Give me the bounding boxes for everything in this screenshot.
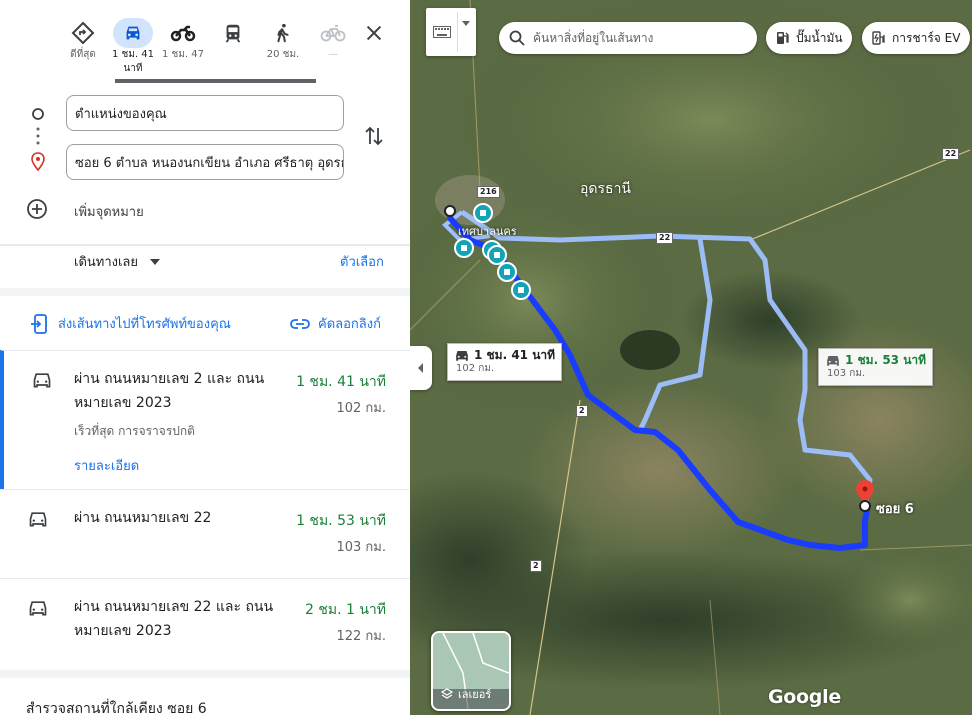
mode-best[interactable]: ดีที่สุด (58, 18, 108, 62)
swap-icon[interactable] (362, 124, 386, 148)
directions-panel: ดีที่สุด 1 ชม. 41 นาที 1 ชม. 47 20 ชม. —… (0, 0, 411, 715)
copy-link-button[interactable]: คัดลอกลิงก์ (290, 313, 381, 334)
leave-now-label: เดินทางเลย (74, 255, 139, 270)
road-shield: 22 (942, 148, 960, 160)
ev-charging-label: การชาร์จ EV (892, 30, 961, 45)
route-details-link[interactable]: รายละเอียด (74, 455, 139, 476)
travel-mode-bar: ดีที่สุด 1 ชม. 41 นาที 1 ชม. 47 20 ชม. — (58, 18, 410, 78)
mode-walking-label: 20 ชม. (266, 49, 300, 60)
route-option-3[interactable]: ผ่าน ถนนหมายเลข 22 และ ถนนหมายเลข 2023 2… (0, 578, 410, 671)
callout-time: 1 ชม. 41 นาที (474, 348, 556, 362)
mode-driving-label: 1 ชม. 41 นาที (111, 49, 154, 74)
mode-transit[interactable] (208, 18, 258, 48)
mode-best-label: ดีที่สุด (70, 49, 96, 60)
google-logo: Google (768, 686, 841, 708)
route-time: 2 ชม. 1 นาที (304, 602, 386, 618)
destination-label: ซอย 6 (876, 502, 914, 517)
car-icon (29, 601, 47, 616)
send-to-phone-button[interactable]: ส่งเส้นทางไปที่โทรศัพท์ของคุณ (30, 313, 231, 334)
route-time: 1 ชม. 53 นาที (296, 513, 386, 529)
province-label: อุดรธานี (580, 181, 631, 197)
train-icon (225, 24, 241, 43)
route-distance: 103 กม. (336, 540, 386, 555)
section-separator (0, 670, 410, 678)
section-separator (0, 288, 410, 296)
input-tools-button[interactable] (426, 8, 476, 56)
layers-label: เลเยอร์ (458, 688, 492, 701)
mode-cycling-label: — (328, 49, 338, 60)
bicycle-icon (320, 25, 346, 42)
mode-walking[interactable]: 20 ชม. (258, 18, 308, 62)
gas-station-label: ปั๊มน้ำมัน (796, 30, 843, 45)
car-icon (33, 373, 51, 388)
motorcycle-icon (170, 25, 196, 42)
layers-button[interactable]: เลเยอร์ (431, 631, 511, 711)
chevron-left-icon (418, 363, 423, 373)
route-title: ผ่าน ถนนหมายเลข 22 (74, 510, 212, 526)
road-shield: 2 (530, 560, 542, 572)
search-placeholder: ค้นหาสิ่งที่อยู่ในเส้นทาง (533, 30, 654, 45)
collapse-panel-button[interactable] (410, 346, 432, 390)
city-label: เทศบาลนคร (458, 225, 517, 238)
gas-station-icon (777, 32, 789, 44)
send-to-device-icon (31, 313, 47, 334)
link-icon (290, 318, 310, 329)
route-title: ผ่าน ถนนหมายเลข 2 และ ถนนหมายเลข 2023 (74, 371, 265, 411)
explore-nearby-heading: สำรวจสถานที่ใกล้เคียง ซอย 6 (26, 701, 207, 715)
search-icon (509, 30, 525, 46)
mode-scroll-indicator (115, 79, 316, 83)
add-destination-label[interactable]: เพิ่มจุดหมาย (74, 201, 144, 222)
route-distance: 122 กม. (336, 629, 386, 644)
car-icon (456, 350, 468, 361)
callout-time: 1 ชม. 53 นาที (845, 353, 927, 367)
options-link[interactable]: ตัวเลือก (340, 251, 384, 272)
route-callout-alternative[interactable]: 1 ชม. 53 นาที 103 กม. (818, 348, 934, 386)
destination-pin-icon (31, 152, 45, 172)
route-option-2[interactable]: ผ่าน ถนนหมายเลข 22 1 ชม. 53 นาที 103 กม. (0, 489, 410, 579)
dropdown-caret-icon (150, 258, 161, 265)
car-icon (126, 26, 140, 40)
road-shield: 2 (576, 405, 588, 417)
walking-icon (277, 23, 289, 43)
route-option-1[interactable]: ผ่าน ถนนหมายเลข 2 และ ถนนหมายเลข 2023 1 … (0, 350, 410, 490)
search-along-route-input[interactable]: ค้นหาสิ่งที่อยู่ในเส้นทาง (499, 22, 757, 54)
route-time: 1 ชม. 41 นาที (296, 374, 386, 390)
ev-charging-icon (872, 31, 885, 45)
mode-driving[interactable]: 1 ชม. 41 นาที (108, 18, 158, 76)
layers-icon (441, 688, 453, 699)
car-icon (29, 512, 47, 527)
route-callout-primary[interactable]: 1 ชม. 41 นาที 102 กม. (447, 343, 563, 381)
add-circle-icon[interactable] (26, 198, 48, 220)
chevron-down-icon (462, 21, 470, 26)
best-route-icon (71, 21, 95, 45)
keyboard-icon (433, 26, 451, 38)
divider (0, 244, 410, 246)
callout-distance: 103 กม. (827, 368, 866, 379)
send-to-phone-label: ส่งเส้นทางไปที่โทรศัพท์ของคุณ (58, 317, 231, 332)
route-dots-icon (36, 127, 40, 145)
road-shield: 216 (477, 186, 500, 198)
car-icon (827, 355, 839, 366)
route-title: ผ่าน ถนนหมายเลข 22 และ ถนนหมายเลข 2023 (74, 599, 274, 639)
ev-charging-chip[interactable]: การชาร์จ EV (862, 22, 970, 54)
callout-distance: 102 กม. (456, 363, 495, 374)
destination-input[interactable]: ซอย 6 ตำบล หนองนกเขียน อำเภอ ศรีธาตุ อุด… (66, 144, 344, 180)
leave-now-dropdown[interactable]: เดินทางเลย (74, 251, 161, 272)
route-subtitle: เร็วที่สุด การจราจรปกติ (74, 424, 195, 438)
origin-circle-icon (32, 108, 44, 120)
origin-input[interactable]: ตำแหน่งของคุณ (66, 95, 344, 131)
mode-motorcycle-label: 1 ชม. 47 (161, 49, 204, 60)
mode-motorcycle[interactable]: 1 ชม. 47 (158, 18, 208, 62)
route-distance: 102 กม. (336, 401, 386, 416)
road-shield: 22 (656, 232, 674, 244)
close-icon[interactable] (363, 22, 385, 44)
copy-link-label: คัดลอกลิงก์ (318, 317, 381, 332)
map-canvas[interactable]: 216 22 22 2 2 อุดรธานี เทศบาลนคร ซอย 6 ค… (410, 0, 972, 715)
mode-cycling[interactable]: — (308, 18, 358, 62)
gas-station-chip[interactable]: ปั๊มน้ำมัน (766, 22, 852, 54)
